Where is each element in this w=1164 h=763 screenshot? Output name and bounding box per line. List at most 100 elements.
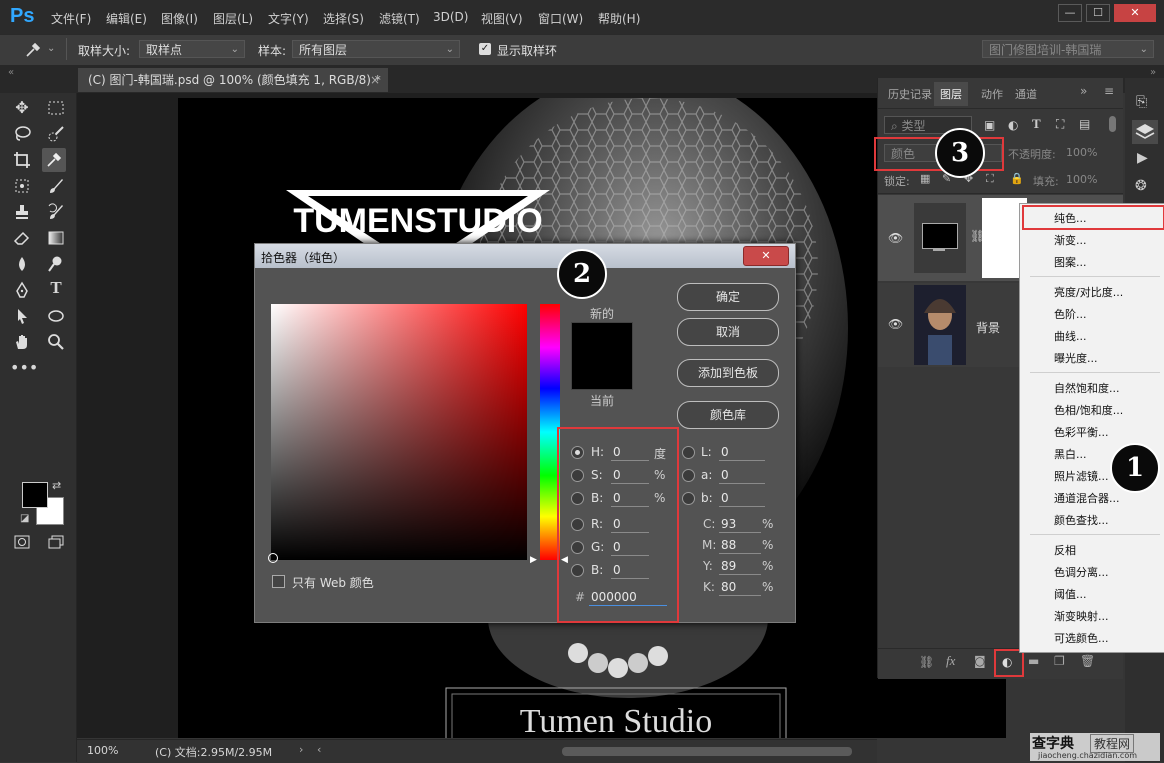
menu-item-hue-saturation[interactable]: 色相/饱和度... [1054, 402, 1123, 418]
menu-item-black-white[interactable]: 黑白... [1054, 446, 1087, 462]
color-field-marker[interactable] [268, 553, 278, 563]
saturation-brightness-field[interactable] [271, 304, 527, 560]
menu-item-threshold[interactable]: 阈值... [1054, 586, 1087, 602]
menu-item-color-lookup[interactable]: 颜色查找... [1054, 512, 1109, 528]
menu-item-posterize[interactable]: 色调分离... [1054, 564, 1109, 580]
shape-filter-icon[interactable]: ⛶ [1056, 117, 1064, 132]
menu-3d[interactable]: 3D(D) [433, 10, 468, 24]
lasso-tool-icon[interactable] [10, 122, 34, 146]
blue-radio[interactable] [571, 564, 584, 577]
green-radio[interactable] [571, 541, 584, 554]
menu-item-invert[interactable]: 反相 [1054, 542, 1076, 558]
quick-selection-tool-icon[interactable] [44, 122, 68, 146]
collapse-panel-icon[interactable]: « [8, 67, 14, 78]
hand-tool-icon[interactable] [10, 330, 34, 354]
cyan-field[interactable]: 93 [719, 516, 761, 533]
lightness-field[interactable]: 0 [719, 444, 765, 461]
hex-field[interactable]: 000000 [589, 589, 667, 606]
foreground-color-swatch[interactable] [22, 482, 48, 508]
default-colors-icon[interactable]: ◪ [20, 513, 29, 524]
gradient-tool-icon[interactable] [44, 226, 68, 250]
pen-tool-icon[interactable] [10, 278, 34, 302]
type-filter-icon[interactable]: T [1032, 116, 1041, 132]
marquee-tool-icon[interactable] [44, 96, 68, 120]
menu-item-brightness-contrast[interactable]: 亮度/对比度... [1054, 284, 1123, 300]
a-channel-field[interactable]: 0 [719, 467, 765, 484]
menu-view[interactable]: 视图(V) [481, 10, 523, 27]
dialog-titlebar[interactable]: 拾色器（纯色） ✕ [255, 244, 795, 268]
cancel-button[interactable]: 取消 [677, 318, 779, 346]
history-brush-tool-icon[interactable] [44, 200, 68, 224]
menu-item-exposure[interactable]: 曝光度... [1054, 350, 1098, 366]
menu-image[interactable]: 图像(I) [161, 10, 198, 27]
menu-select[interactable]: 选择(S) [323, 10, 364, 27]
fill-value[interactable]: 100% [1066, 173, 1097, 186]
workspace-select[interactable]: 图门修图培训-韩国瑞 ⌄ [982, 40, 1154, 58]
new-layer-icon[interactable]: ❐ [1054, 654, 1065, 668]
tab-history[interactable]: 历史记录 [888, 86, 932, 102]
lightness-radio[interactable] [682, 446, 695, 459]
new-group-icon[interactable]: ▬ [1028, 654, 1039, 668]
saturation-radio[interactable] [571, 469, 584, 482]
menu-file[interactable]: 文件(F) [51, 10, 91, 27]
menu-item-solid-color[interactable]: 纯色... [1054, 210, 1087, 226]
lock-pixels-icon[interactable]: ▦ [920, 172, 930, 185]
adjustment-filter-icon[interactable]: ◐ [1008, 118, 1018, 132]
hue-radio[interactable] [571, 446, 584, 459]
link-layers-icon[interactable]: ⛓ [919, 655, 934, 669]
b-channel-field[interactable]: 0 [719, 490, 765, 507]
dodge-tool-icon[interactable] [44, 252, 68, 276]
menu-item-levels[interactable]: 色阶... [1054, 306, 1087, 322]
brush-tool-icon[interactable] [44, 174, 68, 198]
visibility-eye-icon[interactable]: 👁 [888, 231, 903, 245]
brightness-radio[interactable] [571, 492, 584, 505]
menu-filter[interactable]: 滤镜(T) [379, 10, 420, 27]
sample-select[interactable]: 所有图层 ⌄ [292, 40, 460, 58]
menu-help[interactable]: 帮助(H) [598, 10, 640, 27]
close-tab-icon[interactable]: × [370, 68, 380, 92]
filter-toggle[interactable] [1109, 116, 1116, 132]
yellow-field[interactable]: 89 [719, 558, 761, 575]
menu-layer[interactable]: 图层(L) [213, 10, 253, 27]
healing-brush-tool-icon[interactable] [10, 174, 34, 198]
pixel-filter-icon[interactable]: ▣ [984, 118, 995, 132]
more-tools-icon[interactable]: ••• [10, 356, 38, 380]
eyedropper-tool-icon[interactable] [42, 148, 66, 172]
blur-tool-icon[interactable] [10, 252, 34, 276]
b-channel-radio[interactable] [682, 492, 695, 505]
brightness-field[interactable]: 0 [611, 490, 649, 507]
quick-mask-icon[interactable] [10, 530, 34, 554]
a-channel-radio[interactable] [682, 469, 695, 482]
ellipse-tool-icon[interactable] [44, 304, 68, 328]
panel-menu-icon[interactable]: ≡ [1104, 84, 1114, 98]
swap-colors-icon[interactable]: ⇄ [52, 479, 61, 492]
sample-size-select[interactable]: 取样点 ⌄ [139, 40, 245, 58]
tab-actions[interactable]: 动作 [981, 86, 1003, 102]
fx-icon[interactable]: fx [946, 653, 955, 669]
zoom-tool-icon[interactable] [44, 330, 68, 354]
menu-item-selective-color[interactable]: 可选颜色... [1054, 630, 1109, 646]
menu-item-channel-mixer[interactable]: 通道混合器... [1054, 490, 1120, 506]
type-tool-icon[interactable]: T [44, 278, 68, 302]
history-panel-icon[interactable]: ⎘ [1136, 94, 1147, 110]
screen-mode-icon[interactable] [44, 530, 68, 554]
black-field[interactable]: 80 [719, 579, 761, 596]
eraser-tool-icon[interactable] [10, 226, 34, 250]
close-window-button[interactable]: ✕ [1114, 4, 1156, 22]
menu-item-photo-filter[interactable]: 照片滤镜... [1054, 468, 1109, 484]
maximize-button[interactable]: ☐ [1086, 4, 1110, 22]
green-field[interactable]: 0 [611, 539, 649, 556]
menu-item-pattern[interactable]: 图案... [1054, 254, 1087, 270]
path-selection-tool-icon[interactable] [10, 304, 34, 328]
hue-field[interactable]: 0 [611, 444, 649, 461]
menu-item-gradient-map[interactable]: 渐变映射... [1054, 608, 1109, 624]
menu-item-curves[interactable]: 曲线... [1054, 328, 1087, 344]
layers-panel-icon[interactable] [1132, 120, 1158, 144]
hue-slider-left-arrow-icon[interactable]: ▶ [530, 555, 537, 565]
zoom-level[interactable]: 100% [87, 744, 118, 757]
magenta-field[interactable]: 88 [719, 537, 761, 554]
tab-layers[interactable]: 图层 [934, 82, 968, 106]
visibility-eye-icon[interactable]: 👁 [888, 317, 903, 331]
dialog-close-button[interactable]: ✕ [743, 246, 789, 266]
crop-tool-icon[interactable] [10, 148, 34, 172]
